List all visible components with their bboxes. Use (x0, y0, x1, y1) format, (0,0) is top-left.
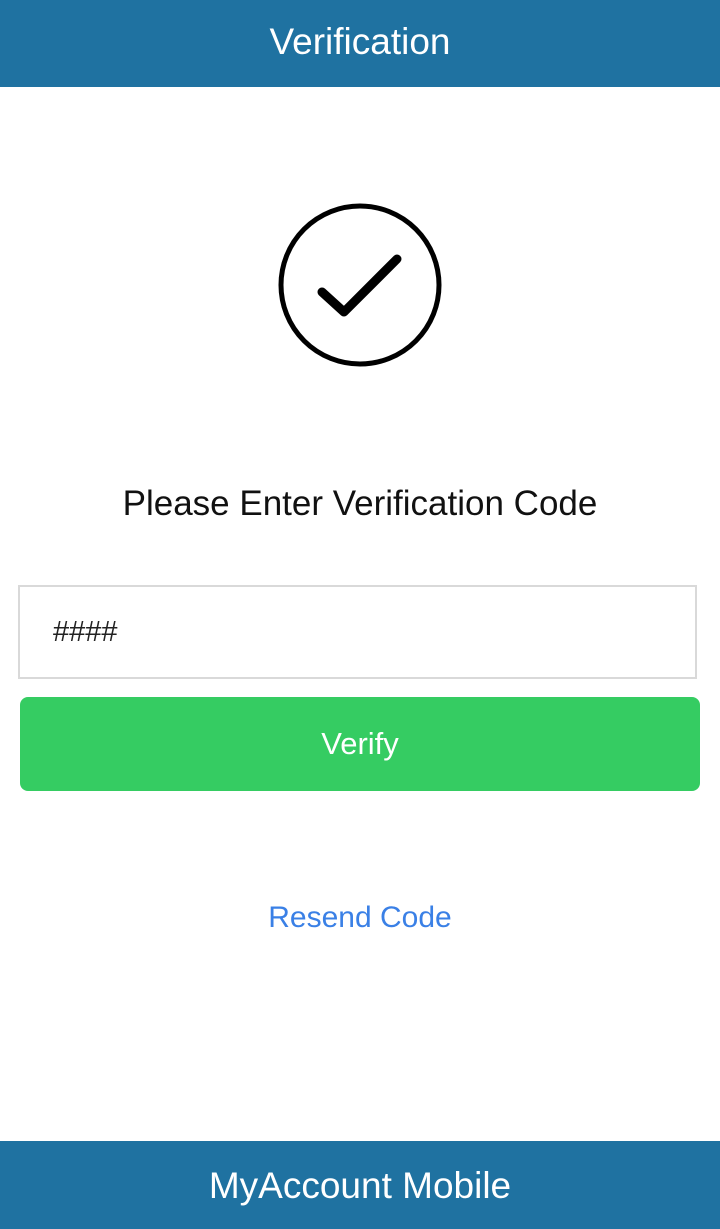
verification-code-input[interactable] (18, 585, 697, 679)
resend-code-link[interactable]: Resend Code (0, 897, 720, 939)
verify-button[interactable]: Verify (20, 697, 700, 791)
page-title: Verification (269, 21, 451, 62)
header-bar: Verification (0, 0, 720, 87)
footer-bar: MyAccount Mobile (0, 1141, 720, 1229)
app-name: MyAccount Mobile (208, 1164, 512, 1206)
checkmark-circle-icon (278, 203, 442, 367)
verification-prompt: Please Enter Verification Code (122, 484, 598, 523)
